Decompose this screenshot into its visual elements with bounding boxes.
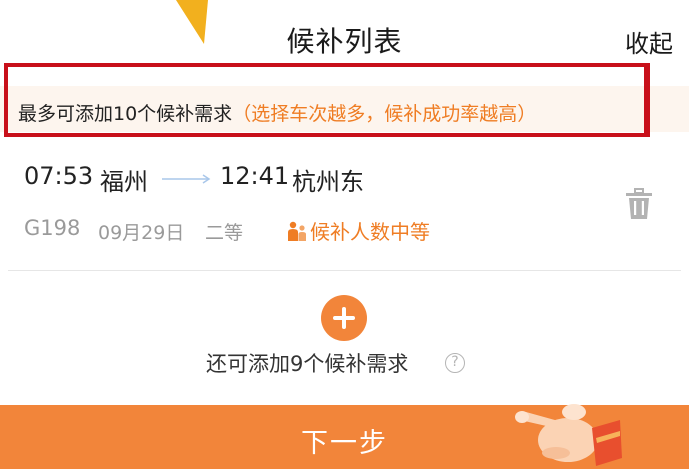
route-arrow-icon [162, 174, 211, 184]
remaining-count-text: 还可添加9个候补需求 [206, 352, 409, 376]
plus-icon-vertical [342, 307, 346, 329]
departure-time: 07:53 [24, 162, 94, 190]
travel-date: 09月29日 [98, 222, 185, 244]
queue-status: 候补人数中等 [310, 220, 430, 244]
people-icon [288, 221, 306, 241]
seat-class: 二等 [205, 222, 244, 244]
collapse-button[interactable]: 收起 [625, 24, 673, 59]
page-title: 候补列表 [286, 25, 403, 58]
question-circle-icon[interactable]: ? [445, 353, 465, 373]
add-button[interactable] [321, 295, 367, 341]
divider [8, 270, 681, 271]
pointing-hand-icon [515, 404, 622, 466]
arrival-station: 杭州东 [292, 168, 364, 196]
trip-row[interactable]: 07:53 福州 12:41 杭州东 G198 09月29日 二等 候补人数中等 [0, 150, 689, 260]
arrival-time: 12:41 [220, 162, 290, 190]
highlight-box [4, 63, 650, 137]
trash-icon[interactable] [626, 188, 652, 220]
header: 候补列表 收起 [0, 18, 689, 62]
train-number: G198 [24, 216, 81, 240]
departure-station: 福州 [100, 168, 148, 196]
